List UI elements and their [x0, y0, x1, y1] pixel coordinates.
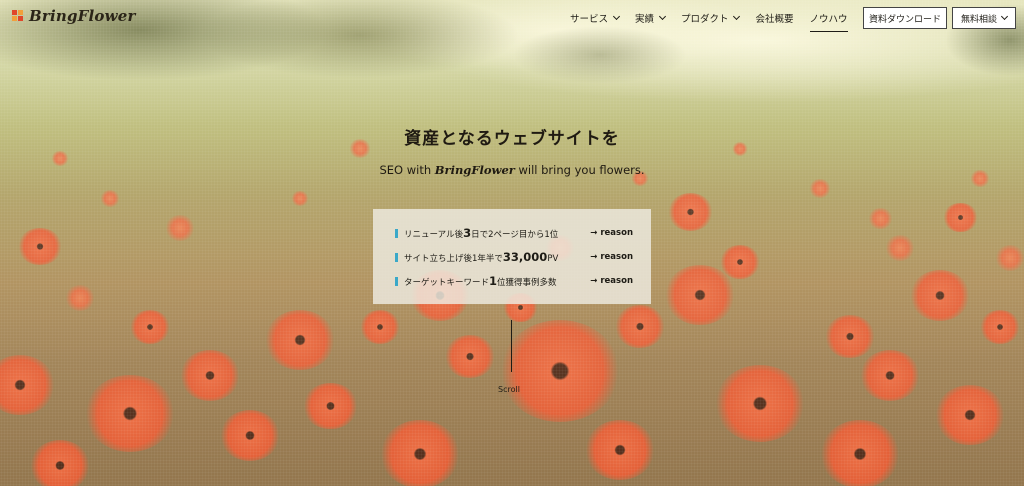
flower-logo-icon — [12, 10, 24, 22]
download-materials-button[interactable]: 資料ダウンロード — [863, 7, 947, 29]
reasons-panel: リニューアル後3日で2ページ目から1位 → reason サイト立ち上げ後1年半… — [373, 209, 651, 304]
nav-item-products[interactable]: プロダクト — [680, 7, 741, 29]
chevron-down-icon — [733, 12, 741, 21]
hero-tagline: SEO with BringFlower will bring you flow… — [0, 163, 1024, 177]
nav-label: ノウハウ — [809, 14, 848, 25]
nav-item-results[interactable]: 実績 — [634, 7, 667, 29]
tagline-suffix: will bring you flowers. — [514, 163, 645, 177]
reason-link[interactable]: → reason — [590, 252, 633, 262]
nav-label: 会社概要 — [755, 14, 794, 25]
reason-text: リニューアル後3日で2ページ目から1位 — [404, 226, 559, 240]
brand-name: BringFlower — [29, 7, 136, 25]
main-nav: サービス 実績 プロダクト 会社概要 ノウハウ 𝕏 — [570, 0, 874, 36]
nav-item-company[interactable]: 会社概要 — [755, 7, 793, 29]
chevron-down-icon — [612, 12, 620, 21]
reason-text: サイト立ち上げ後1年半で33,000PV — [404, 250, 559, 264]
chevron-down-icon — [1000, 12, 1009, 21]
nav-label: 実績 — [634, 14, 654, 25]
scroll-indicator-line — [511, 320, 512, 372]
nav-item-knowhow[interactable]: ノウハウ — [809, 7, 848, 32]
hero-headline: 資産となるウェブサイトを — [404, 129, 620, 149]
reason-text: ターゲットキーワード1位獲得事例多数 — [404, 274, 557, 288]
tagline-prefix: SEO with — [379, 163, 435, 177]
accent-bar — [395, 276, 398, 286]
nav-item-services[interactable]: サービス — [569, 7, 620, 29]
reason-item: リニューアル後3日で2ページ目から1位 → reason — [395, 221, 633, 245]
reason-link[interactable]: → reason — [590, 276, 633, 286]
consult-label: 無料相談 — [960, 14, 997, 25]
nav-label: サービス — [569, 14, 608, 25]
tagline-brand: BringFlower — [434, 163, 515, 177]
scroll-label[interactable]: Scroll — [498, 385, 520, 394]
reason-link[interactable]: → reason — [590, 228, 633, 238]
reason-item: サイト立ち上げ後1年半で33,000PV → reason — [395, 245, 633, 269]
chevron-down-icon — [658, 12, 667, 21]
reason-item: ターゲットキーワード1位獲得事例多数 → reason — [395, 269, 633, 293]
nav-label: プロダクト — [680, 14, 729, 25]
accent-bar — [395, 252, 398, 262]
brand-logo[interactable]: BringFlower — [12, 7, 136, 25]
site-header: BringFlower サービス 実績 プロダクト 会社概要 ノウハウ 𝕏 資料… — [0, 0, 1024, 36]
free-consultation-button[interactable]: 無料相談 — [952, 7, 1016, 29]
accent-bar — [395, 228, 398, 238]
